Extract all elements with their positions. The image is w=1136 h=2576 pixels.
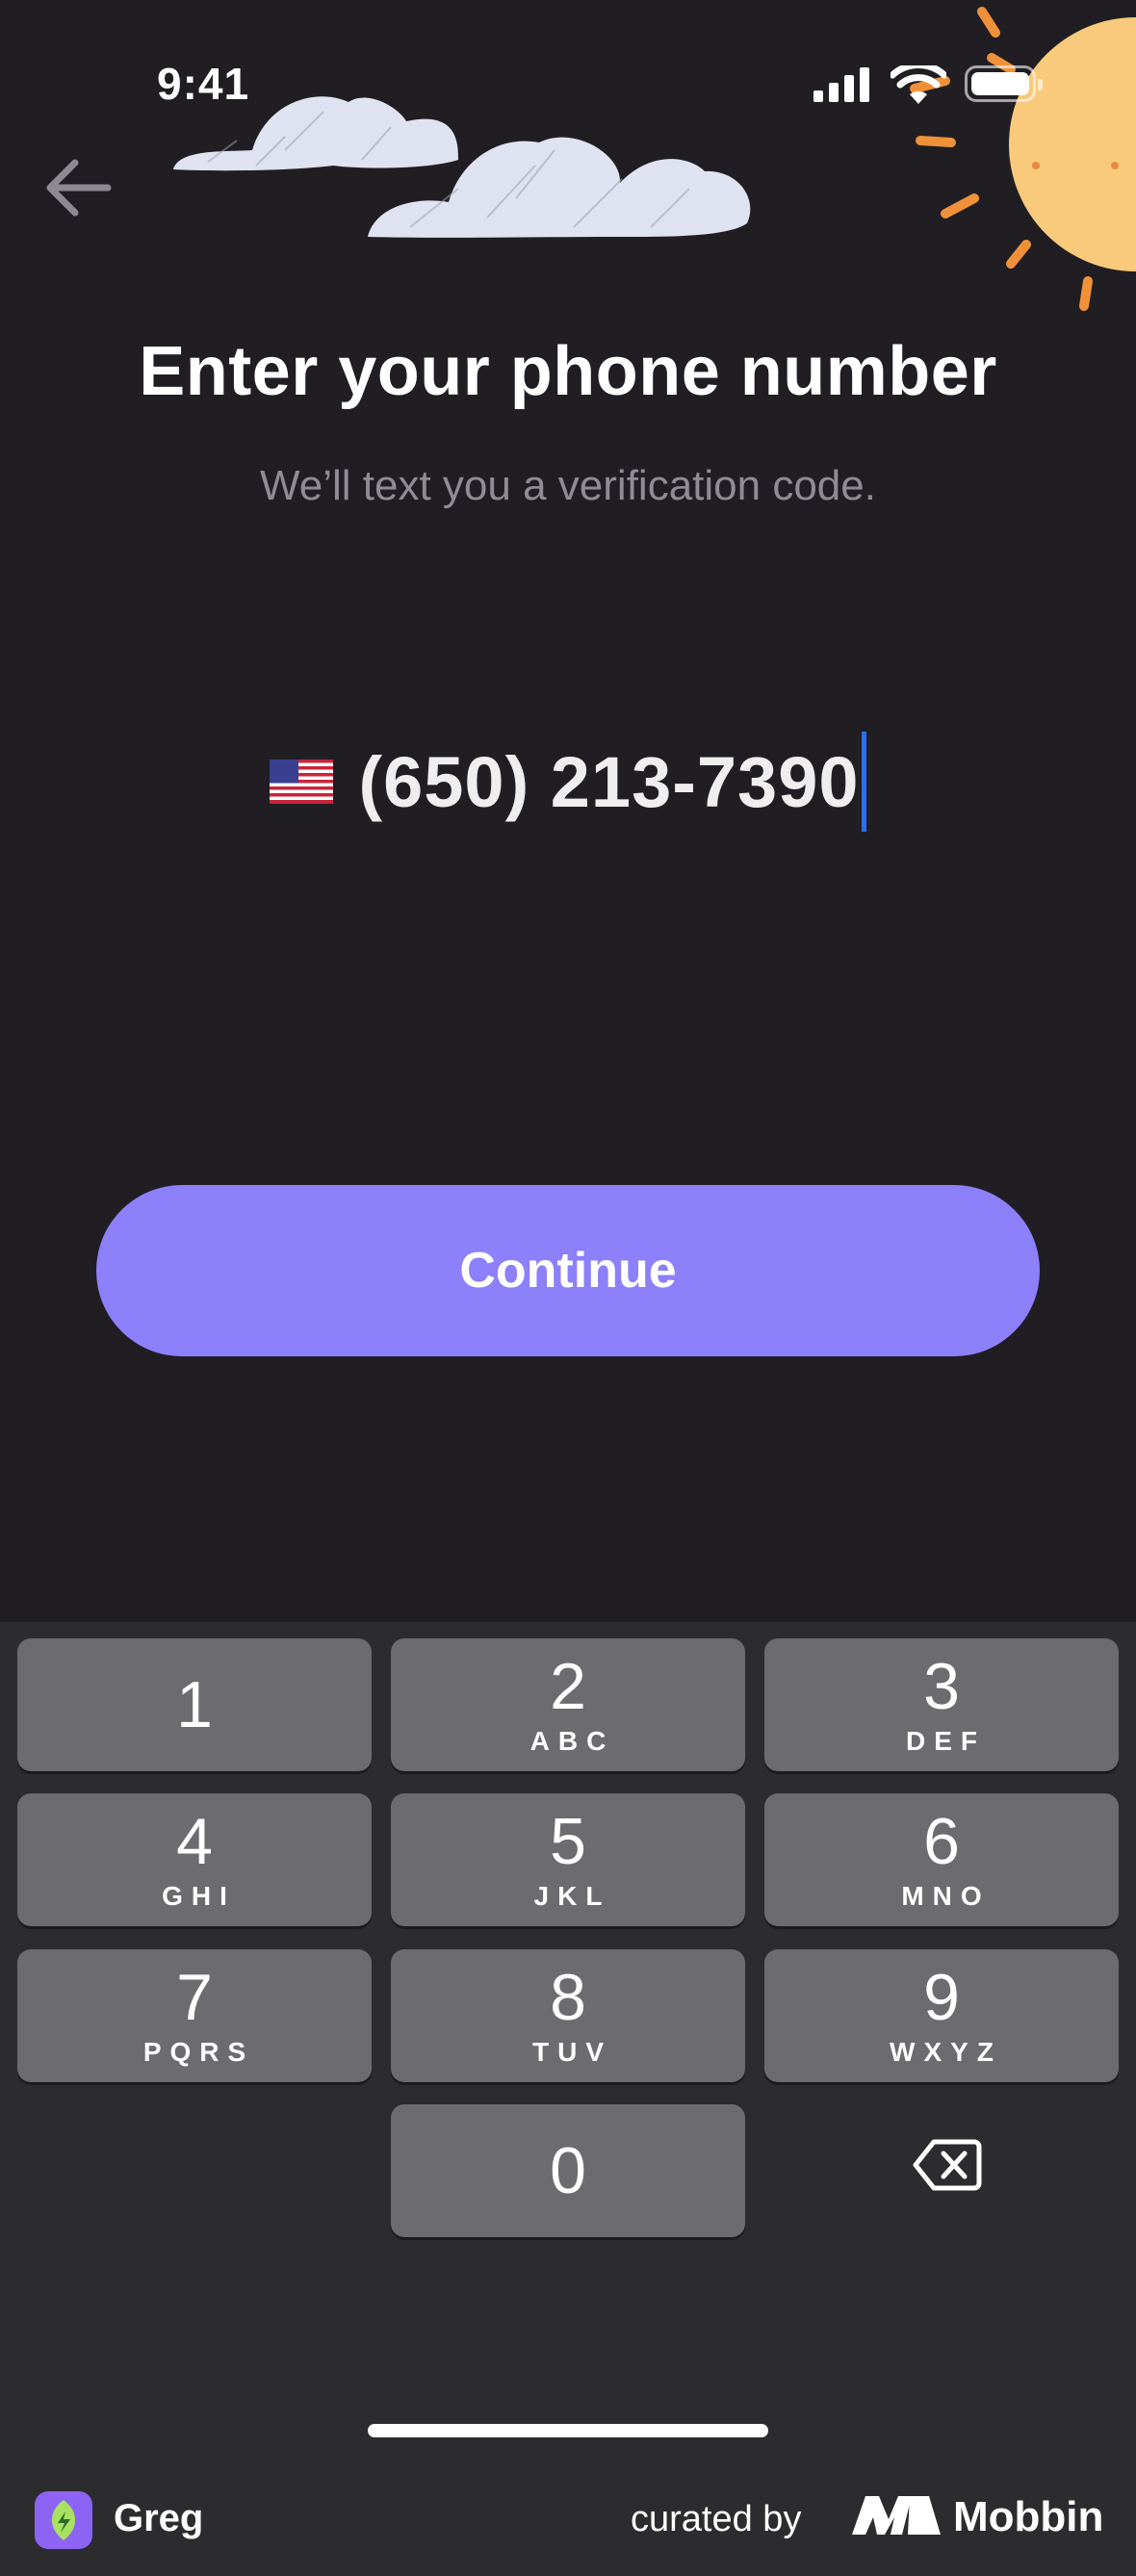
key-5[interactable]: 5 JKL: [391, 1793, 745, 1926]
clouds-illustration: [173, 96, 751, 238]
key-7[interactable]: 7 PQRS: [17, 1949, 372, 2082]
key-9[interactable]: 9 WXYZ: [764, 1949, 1119, 2082]
key-letters: ABC: [529, 1726, 615, 1756]
numeric-keypad: 1 2 ABC 3 DEF 4 GHI 5 JKL 6 MNO 7 PQRS 8…: [0, 1622, 1136, 2443]
key-letters: WXYZ: [890, 2037, 1002, 2067]
back-arrow-icon[interactable]: [40, 149, 117, 226]
leaf-icon: [51, 2500, 76, 2540]
key-number: 9: [923, 1961, 960, 2034]
key-letters: DEF: [906, 1726, 986, 1756]
key-4[interactable]: 4 GHI: [17, 1793, 372, 1926]
continue-button[interactable]: Continue: [96, 1185, 1040, 1356]
phone-number-value: (650) 213-7390: [358, 741, 860, 822]
sun-illustration: [910, 7, 1136, 311]
key-letters: TUV: [532, 2037, 612, 2067]
us-flag-icon[interactable]: [270, 760, 334, 804]
key-number: 8: [550, 1961, 586, 2034]
key-1[interactable]: 1: [17, 1638, 372, 1771]
key-letters: JKL: [533, 1881, 611, 1911]
key-letters: GHI: [162, 1881, 236, 1911]
mobbin-brand-name: Mobbin: [953, 2493, 1104, 2540]
backspace-icon[interactable]: [913, 2138, 982, 2192]
key-2[interactable]: 2 ABC: [391, 1638, 745, 1771]
home-indicator: [368, 2424, 768, 2437]
key-number: 3: [923, 1650, 960, 1723]
key-number: 1: [176, 1668, 213, 1741]
app-icon: [35, 2491, 92, 2549]
app-name: Greg: [114, 2497, 204, 2539]
mobbin-logo-icon: [852, 2496, 941, 2535]
page-subtitle: We’ll text you a verification code.: [260, 462, 876, 509]
key-3[interactable]: 3 DEF: [764, 1638, 1119, 1771]
text-caret: [861, 732, 866, 832]
curated-by-label: curated by: [631, 2499, 802, 2539]
wifi-icon: [891, 65, 946, 104]
key-letters: PQRS: [142, 2037, 255, 2067]
key-8[interactable]: 8 TUV: [391, 1949, 745, 2082]
key-number: 5: [550, 1805, 586, 1878]
key-number: 4: [176, 1805, 213, 1878]
key-number: 7: [176, 1961, 213, 2034]
page-title: Enter your phone number: [139, 333, 997, 410]
key-letters: MNO: [901, 1881, 991, 1911]
key-0[interactable]: 0: [391, 2104, 745, 2237]
key-6[interactable]: 6 MNO: [764, 1793, 1119, 1926]
cellular-signal-icon: [813, 67, 869, 102]
battery-icon: [965, 65, 1043, 102]
key-number: 6: [923, 1805, 960, 1878]
key-number: 2: [550, 1650, 586, 1723]
status-bar-time: 9:41: [157, 59, 250, 109]
key-number: 0: [550, 2134, 586, 2207]
phone-number-input[interactable]: (650) 213-7390: [0, 732, 1136, 832]
